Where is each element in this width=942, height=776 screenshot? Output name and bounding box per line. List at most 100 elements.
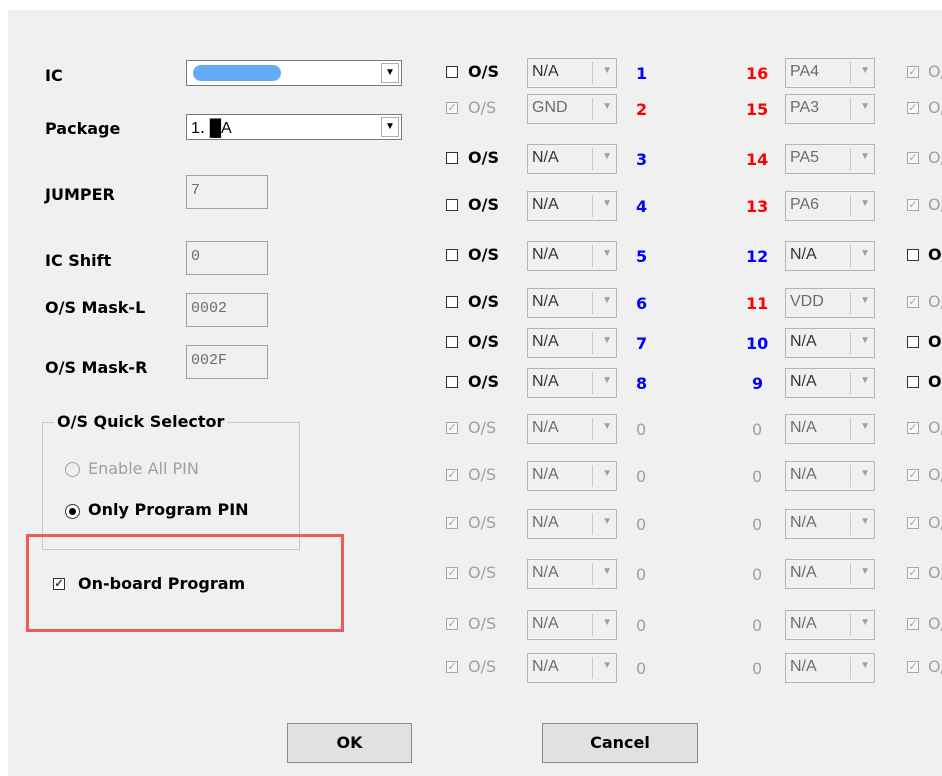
os-checkbox[interactable] xyxy=(446,296,458,308)
chevron-down-icon[interactable]: ▼ xyxy=(860,375,870,386)
chevron-down-icon[interactable]: ▼ xyxy=(602,660,612,671)
os-checkbox[interactable]: ✓ xyxy=(446,422,458,434)
os-checkbox[interactable]: ✓ xyxy=(907,102,919,114)
pin-select[interactable]: N/A ▼ xyxy=(527,653,617,683)
mask-r-label: O/S Mask-R xyxy=(45,358,148,377)
chevron-down-icon[interactable]: ▼ xyxy=(602,335,612,346)
os-checkbox[interactable]: ✓ xyxy=(446,102,458,114)
pin-select[interactable]: GND ▼ xyxy=(527,94,617,124)
chevron-down-icon[interactable]: ▼ xyxy=(860,65,870,76)
pin-select[interactable]: N/A ▼ xyxy=(785,653,875,683)
chevron-down-icon[interactable]: ▼ xyxy=(602,566,612,577)
os-checkbox[interactable]: ✓ xyxy=(907,152,919,164)
chevron-down-icon[interactable]: ▼ xyxy=(860,421,870,432)
pin-select[interactable]: N/A ▼ xyxy=(785,241,875,271)
chevron-down-icon[interactable]: ▼ xyxy=(602,375,612,386)
os-checkbox[interactable] xyxy=(446,376,458,388)
os-checkbox[interactable] xyxy=(907,249,919,261)
os-checkbox[interactable] xyxy=(446,199,458,211)
os-checkbox[interactable]: ✓ xyxy=(907,469,919,481)
chevron-down-icon[interactable]: ▼ xyxy=(602,198,612,209)
chevron-down-icon[interactable]: ▼ xyxy=(860,516,870,527)
pin-select[interactable]: PA4 ▼ xyxy=(785,58,875,88)
os-checkbox[interactable]: ✓ xyxy=(446,661,458,673)
os-checkbox[interactable]: ✓ xyxy=(446,618,458,630)
pin-select[interactable]: N/A ▼ xyxy=(785,610,875,640)
chevron-down-icon[interactable]: ▼ xyxy=(602,151,612,162)
os-checkbox[interactable] xyxy=(446,152,458,164)
os-checkbox[interactable]: ✓ xyxy=(907,422,919,434)
chevron-down-icon[interactable]: ▼ xyxy=(602,295,612,306)
cancel-button[interactable]: Cancel xyxy=(542,723,698,763)
pin-select[interactable]: N/A ▼ xyxy=(785,414,875,444)
pin-select[interactable]: N/A ▼ xyxy=(527,241,617,271)
pin-select[interactable]: N/A ▼ xyxy=(527,461,617,491)
pin-select[interactable]: N/A ▼ xyxy=(527,559,617,589)
chevron-down-icon[interactable]: ▼ xyxy=(860,295,870,306)
pin-select[interactable]: PA5 ▼ xyxy=(785,144,875,174)
chevron-down-icon[interactable]: ▼ xyxy=(381,117,399,137)
pin-select[interactable]: N/A ▼ xyxy=(527,191,617,221)
pin-select[interactable]: N/A ▼ xyxy=(527,144,617,174)
mask-r-field[interactable]: 002F xyxy=(186,345,268,379)
chevron-down-icon[interactable]: ▼ xyxy=(602,101,612,112)
os-checkbox[interactable] xyxy=(907,376,919,388)
os-checkbox[interactable]: ✓ xyxy=(907,517,919,529)
chevron-down-icon[interactable]: ▼ xyxy=(602,468,612,479)
chevron-down-icon[interactable]: ▼ xyxy=(381,63,399,83)
chevron-down-icon[interactable]: ▼ xyxy=(602,617,612,628)
os-checkbox[interactable]: ✓ xyxy=(907,66,919,78)
os-checkbox[interactable] xyxy=(446,66,458,78)
os-label: O/S xyxy=(468,98,497,117)
radio-only-program[interactable] xyxy=(65,504,80,519)
os-checkbox[interactable]: ✓ xyxy=(446,517,458,529)
pin-select[interactable]: PA6 ▼ xyxy=(785,191,875,221)
os-checkbox[interactable] xyxy=(446,336,458,348)
chevron-down-icon[interactable]: ▼ xyxy=(860,566,870,577)
chevron-down-icon[interactable]: ▼ xyxy=(860,335,870,346)
pin-select[interactable]: N/A ▼ xyxy=(527,58,617,88)
mask-l-field[interactable]: 0002 xyxy=(186,293,268,327)
chevron-down-icon[interactable]: ▼ xyxy=(860,248,870,259)
chevron-down-icon[interactable]: ▼ xyxy=(860,101,870,112)
os-checkbox[interactable]: ✓ xyxy=(907,296,919,308)
pin-select[interactable]: N/A ▼ xyxy=(785,509,875,539)
pin-select[interactable]: N/A ▼ xyxy=(527,414,617,444)
pin-select[interactable]: N/A ▼ xyxy=(785,328,875,358)
pin-select[interactable]: N/A ▼ xyxy=(527,610,617,640)
pin-select[interactable]: VDD ▼ xyxy=(785,288,875,318)
chevron-down-icon[interactable]: ▼ xyxy=(860,660,870,671)
os-checkbox[interactable]: ✓ xyxy=(907,199,919,211)
chevron-down-icon[interactable]: ▼ xyxy=(602,65,612,76)
ic-select[interactable]: ▼ xyxy=(186,60,402,86)
pin-select[interactable]: N/A ▼ xyxy=(527,368,617,398)
package-select[interactable]: 1․ █A ▼ xyxy=(186,114,402,140)
jumper-field[interactable]: 7 xyxy=(186,175,268,209)
pin-select[interactable]: N/A ▼ xyxy=(785,368,875,398)
os-checkbox[interactable]: ✓ xyxy=(446,469,458,481)
os-checkbox[interactable]: ✓ xyxy=(446,567,458,579)
chevron-down-icon[interactable]: ▼ xyxy=(860,468,870,479)
ok-button[interactable]: OK xyxy=(287,723,412,763)
pin-select[interactable]: N/A ▼ xyxy=(785,559,875,589)
pin-select[interactable]: N/A ▼ xyxy=(527,288,617,318)
os-checkbox[interactable] xyxy=(446,249,458,261)
chevron-down-icon[interactable]: ▼ xyxy=(860,198,870,209)
chevron-down-icon[interactable]: ▼ xyxy=(860,617,870,628)
chevron-down-icon[interactable]: ▼ xyxy=(860,151,870,162)
chevron-down-icon[interactable]: ▼ xyxy=(602,248,612,259)
pin-select[interactable]: N/A ▼ xyxy=(785,461,875,491)
pin-select[interactable]: PA3 ▼ xyxy=(785,94,875,124)
radio-enable-all[interactable] xyxy=(65,462,80,477)
os-checkbox[interactable] xyxy=(907,336,919,348)
os-checkbox[interactable]: ✓ xyxy=(907,567,919,579)
chevron-down-icon[interactable]: ▼ xyxy=(602,421,612,432)
ic-shift-field[interactable]: 0 xyxy=(186,241,268,275)
chevron-down-icon[interactable]: ▼ xyxy=(602,516,612,527)
os-checkbox[interactable]: ✓ xyxy=(907,618,919,630)
onboard-program-checkbox[interactable]: ✓ xyxy=(53,578,65,590)
os-label: O/S xyxy=(928,657,942,676)
pin-select[interactable]: N/A ▼ xyxy=(527,509,617,539)
os-checkbox[interactable]: ✓ xyxy=(907,661,919,673)
pin-select[interactable]: N/A ▼ xyxy=(527,328,617,358)
